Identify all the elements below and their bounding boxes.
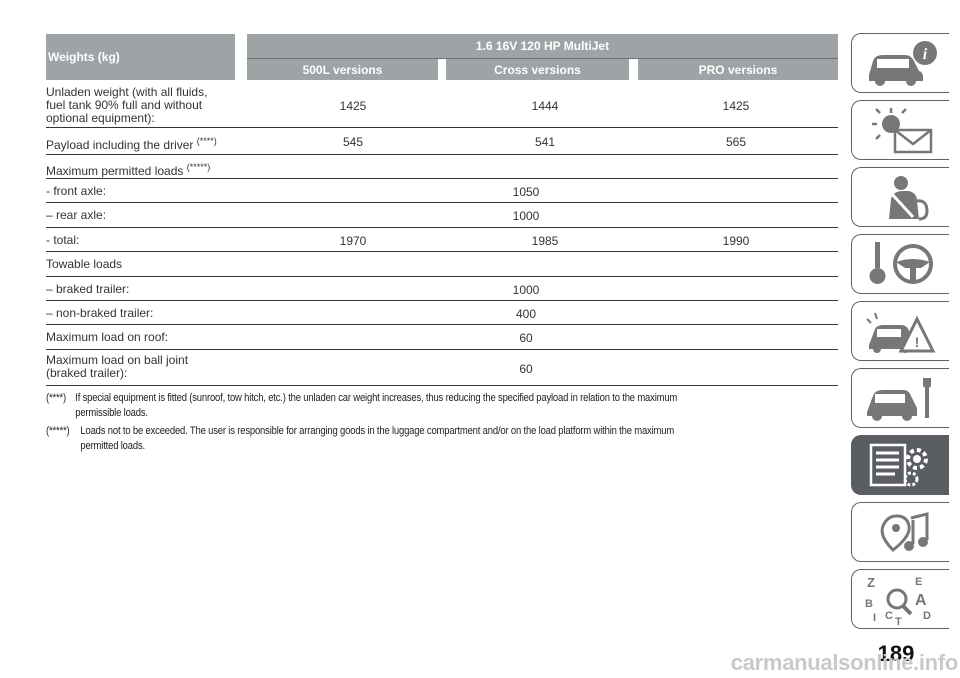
cell-500l: 545 — [342, 135, 364, 149]
cell-pro: 565 — [725, 135, 747, 149]
row-label: – braked trailer: — [46, 282, 130, 296]
row-label: Towable loads — [46, 257, 123, 271]
version-header-pro: PRO versions — [638, 59, 838, 80]
emergency-icon: ! — [865, 312, 935, 353]
table-row-front-axle: - front axle: 1050 — [46, 179, 838, 203]
note-mark: (*****) — [186, 162, 211, 172]
safety-icon — [888, 176, 929, 221]
svg-text:I: I — [873, 612, 876, 624]
row-label: Maximum load on ball joint (braked trail… — [46, 353, 189, 380]
cell-all-versions: 1000 — [512, 209, 540, 223]
tab-index[interactable]: Z E B A I C D T — [851, 569, 949, 629]
engine-header: 1.6 16V 120 HP MultiJet — [247, 34, 838, 59]
tab-safety[interactable] — [851, 167, 949, 227]
row-label: Payload including the driver (****) — [46, 136, 217, 152]
cell-cross: 1985 — [531, 234, 559, 248]
note-mark: (****) — [196, 136, 217, 146]
footnote-max-loads: (*****) Loads not to be exceeded. The us… — [46, 424, 700, 454]
svg-text:T: T — [895, 616, 902, 625]
footnote-text: If special equipment is fitted (sunroof,… — [75, 392, 678, 419]
row-label: Maximum load on roof: — [46, 330, 169, 344]
row-label: Unladen weight (with all fluids, fuel ta… — [46, 85, 208, 125]
tab-starting-driving[interactable] — [851, 234, 949, 294]
weights-header: Weights (kg) — [46, 34, 235, 80]
index-icon: Z E B A I C D T — [865, 575, 931, 625]
table-row-non-braked-trailer: – non-braked trailer: 400 — [46, 301, 838, 325]
multimedia-icon — [880, 512, 928, 552]
car-info-icon: i — [868, 41, 937, 86]
starting-driving-icon — [869, 242, 933, 284]
cell-all-versions: 60 — [519, 331, 533, 345]
row-label: – non-braked trailer: — [46, 306, 154, 320]
table-row-braked-trailer: – braked trailer: 1000 — [46, 277, 838, 301]
table-row-total: - total: 1970 1985 1990 — [46, 228, 838, 252]
table-row-max-loads: Maximum permitted loads (*****) — [46, 155, 838, 179]
footnote-payload: (****) If special equipment is fitted (s… — [46, 391, 700, 421]
table-row-towable-loads: Towable loads — [46, 252, 838, 277]
svg-text:B: B — [865, 598, 873, 610]
tab-in-an-emergency[interactable]: ! — [851, 301, 949, 361]
cell-all-versions: 1050 — [512, 185, 540, 199]
cell-cross: 541 — [534, 135, 556, 149]
table-row-payload: Payload including the driver (****) 545 … — [46, 128, 838, 155]
row-label: Maximum permitted loads (*****) — [46, 162, 211, 178]
tab-multimedia[interactable] — [851, 502, 949, 562]
tab-car-info[interactable]: i — [851, 33, 949, 93]
svg-text:A: A — [915, 592, 927, 609]
cell-all-versions: 400 — [515, 307, 537, 321]
svg-text:i: i — [922, 46, 927, 63]
footnote-text: Loads not to be exceeded. The user is re… — [80, 425, 675, 452]
version-header-500l: 500L versions — [247, 59, 438, 80]
watermark: carmanualsonline.info — [730, 650, 959, 675]
maintenance-icon — [866, 378, 931, 421]
cell-500l: 1970 — [339, 234, 367, 248]
cell-all-versions: 1000 — [512, 283, 540, 297]
footnote-mark: (****) — [46, 392, 66, 404]
version-header-cross: Cross versions — [446, 59, 629, 80]
footnotes: (****) If special equipment is fitted (s… — [46, 391, 700, 457]
table-header: Weights (kg) 1.6 16V 120 HP MultiJet 500… — [46, 34, 838, 80]
table-row-ball-joint-load: Maximum load on ball joint (braked trail… — [46, 350, 838, 386]
cell-all-versions: 60 — [519, 362, 533, 376]
cell-cross: 1444 — [531, 99, 559, 113]
technical-data-icon — [869, 443, 928, 487]
svg-text:C: C — [885, 610, 893, 622]
technical-data-table: Weights (kg) 1.6 16V 120 HP MultiJet 500… — [46, 34, 838, 386]
row-label: - front axle: — [46, 184, 107, 198]
row-label: – rear axle: — [46, 208, 107, 222]
cell-pro: 1990 — [722, 234, 750, 248]
svg-text:E: E — [915, 576, 922, 588]
cell-pro: 1425 — [722, 99, 750, 113]
tab-servicing-maintenance[interactable] — [851, 368, 949, 428]
svg-text:D: D — [923, 610, 931, 622]
tab-warning-lights[interactable] — [851, 100, 949, 160]
row-label: - total: — [46, 233, 80, 247]
svg-text:!: ! — [914, 334, 919, 350]
tab-technical-data[interactable] — [851, 435, 949, 495]
table-row-roof-load: Maximum load on roof: 60 — [46, 325, 838, 350]
warning-lights-icon — [871, 108, 932, 154]
footnote-mark: (*****) — [46, 425, 70, 437]
svg-text:Z: Z — [867, 575, 875, 590]
cell-500l: 1425 — [339, 99, 367, 113]
table-row-rear-axle: – rear axle: 1000 — [46, 203, 838, 228]
table-row-unladen-weight: Unladen weight (with all fluids, fuel ta… — [46, 84, 838, 128]
